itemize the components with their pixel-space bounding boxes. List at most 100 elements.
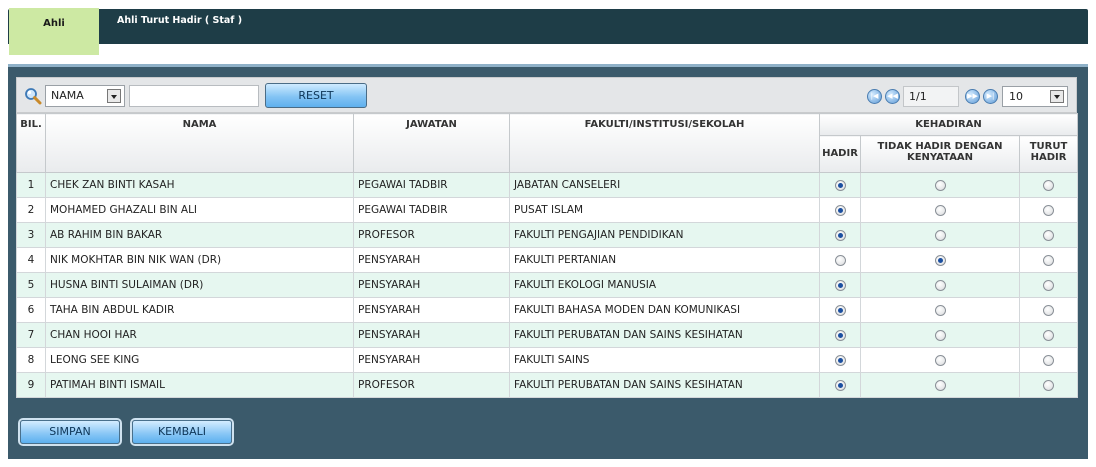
first-page-icon[interactable]: |◀	[867, 89, 882, 104]
cell-hadir	[819, 297, 861, 323]
column-header-hadir: HADIR	[819, 135, 861, 173]
radio-turut-hadir[interactable]	[1043, 379, 1055, 391]
radio-tidak-hadir[interactable]	[934, 204, 946, 216]
radio-turut-hadir[interactable]	[1043, 279, 1055, 291]
row-number: 4	[16, 247, 46, 273]
radio-turut-hadir[interactable]	[1043, 254, 1055, 266]
row-nama: TAHA BIN ABDUL KADIR	[45, 297, 354, 323]
last-page-icon[interactable]: ▶|	[983, 89, 998, 104]
radio-hadir[interactable]	[834, 204, 846, 216]
next-page-icon[interactable]: ▶▶	[965, 89, 980, 104]
radio-tidak-hadir[interactable]	[934, 354, 946, 366]
radio-hadir[interactable]	[834, 379, 846, 391]
row-number: 8	[16, 347, 46, 373]
radio-tidak-hadir[interactable]	[934, 304, 946, 316]
row-nama: CHEK ZAN BINTI KASAH	[45, 172, 354, 198]
cell-turut-hadir	[1018, 172, 1079, 198]
row-number: 5	[16, 272, 46, 298]
cell-tidak-hadir	[860, 172, 1020, 198]
cell-turut-hadir	[1018, 222, 1079, 248]
cell-hadir	[819, 372, 861, 398]
table-row: 5 HUSNA BINTI SULAIMAN (DR) PENSYARAH FAKUL…	[16, 272, 1079, 298]
row-jawatan: PEGAWAI TADBIR	[353, 197, 510, 223]
radio-hadir[interactable]	[834, 179, 846, 191]
tab-ahli-turut-hadir[interactable]: Ahli Turut Hadir ( Staf )	[117, 15, 242, 26]
previous-page-icon[interactable]: ◀◀	[885, 89, 900, 104]
page-size-value: 10	[1009, 90, 1023, 103]
radio-hadir[interactable]	[834, 354, 846, 366]
row-number: 3	[16, 222, 46, 248]
row-number: 9	[16, 372, 46, 398]
radio-tidak-hadir[interactable]	[934, 254, 946, 266]
table-row: 2 MOHAMED GHAZALI BIN ALI PEGAWAI TADBIR PU…	[16, 197, 1079, 223]
search-field-select[interactable]: NAMA	[45, 85, 125, 107]
cell-hadir	[819, 172, 861, 198]
cell-turut-hadir	[1018, 247, 1079, 273]
row-nama: MOHAMED GHAZALI BIN ALI	[45, 197, 354, 223]
column-header-fakulti: FAKULTI/INSTITUSI/SEKOLAH	[509, 113, 820, 173]
chevron-down-icon[interactable]	[107, 89, 121, 103]
row-fakulti: FAKULTI BAHASA MODEN DAN KOMUNIKASI	[509, 297, 820, 323]
radio-turut-hadir[interactable]	[1043, 204, 1055, 216]
radio-tidak-hadir[interactable]	[934, 229, 946, 241]
cell-hadir	[819, 272, 861, 298]
row-fakulti: FAKULTI EKOLOGI MANUSIA	[509, 272, 820, 298]
radio-hadir[interactable]	[834, 279, 846, 291]
radio-hadir[interactable]	[834, 304, 846, 316]
magnifier-icon	[25, 88, 42, 105]
row-nama: AB RAHIM BIN BAKAR	[45, 222, 354, 248]
row-jawatan: PENSYARAH	[353, 272, 510, 298]
row-nama: NIK MOKHTAR BIN NIK WAN (DR)	[45, 247, 354, 273]
row-nama: PATIMAH BINTI ISMAIL	[45, 372, 354, 398]
column-header-nama: NAMA	[45, 113, 354, 173]
cell-hadir	[819, 347, 861, 373]
table-row: 9 PATIMAH BINTI ISMAIL PROFESOR FAKULTI PER…	[16, 372, 1079, 398]
kembali-button[interactable]: KEMBALI	[132, 420, 232, 444]
cell-turut-hadir	[1018, 347, 1079, 373]
radio-hadir[interactable]	[834, 329, 846, 341]
radio-turut-hadir[interactable]	[1043, 179, 1055, 191]
cell-tidak-hadir	[860, 322, 1020, 348]
cell-turut-hadir	[1018, 297, 1079, 323]
radio-hadir[interactable]	[834, 229, 846, 241]
row-fakulti: FAKULTI SAINS	[509, 347, 820, 373]
row-number: 6	[16, 297, 46, 323]
radio-turut-hadir[interactable]	[1043, 304, 1055, 316]
simpan-button[interactable]: SIMPAN	[20, 420, 120, 444]
row-fakulti: FAKULTI PERUBATAN DAN SAINS KESIHATAN	[509, 322, 820, 348]
radio-tidak-hadir[interactable]	[934, 379, 946, 391]
cell-tidak-hadir	[860, 347, 1020, 373]
table-row: 7 CHAN HOOI HAR PENSYARAH FAKULTI PERUBATAN…	[16, 322, 1079, 348]
page-number-input[interactable]: 1/1	[903, 86, 959, 107]
row-fakulti: JABATAN CANSELERI	[509, 172, 820, 198]
cell-turut-hadir	[1018, 272, 1079, 298]
column-header-bil: BIL.	[16, 113, 46, 173]
row-jawatan: PROFESOR	[353, 372, 510, 398]
table-row: 4 NIK MOKHTAR BIN NIK WAN (DR) PENSYARAH FA…	[16, 247, 1079, 273]
search-input[interactable]	[129, 85, 259, 107]
attendance-table: BIL. NAMA JAWATAN FAKULTI/INSTITUSI/SEKO…	[16, 113, 1079, 398]
radio-tidak-hadir[interactable]	[934, 179, 946, 191]
row-nama: LEONG SEE KING	[45, 347, 354, 373]
radio-turut-hadir[interactable]	[1043, 329, 1055, 341]
radio-hadir[interactable]	[834, 254, 846, 266]
row-fakulti: FAKULTI PERTANIAN	[509, 247, 820, 273]
radio-turut-hadir[interactable]	[1043, 229, 1055, 241]
page-size-select[interactable]: 10	[1002, 86, 1068, 107]
cell-turut-hadir	[1018, 197, 1079, 223]
cell-hadir	[819, 247, 861, 273]
grid-toolbar: NAMA RESET |◀ ◀◀ 1/1 ▶▶ ▶| 10	[16, 77, 1077, 113]
radio-turut-hadir[interactable]	[1043, 354, 1055, 366]
row-number: 2	[16, 197, 46, 223]
reset-button[interactable]: RESET	[265, 83, 367, 108]
table-row: 3 AB RAHIM BIN BAKAR PROFESOR FAKULTI PENGA…	[16, 222, 1079, 248]
cell-tidak-hadir	[860, 272, 1020, 298]
cell-turut-hadir	[1018, 372, 1079, 398]
chevron-down-icon[interactable]	[1050, 90, 1064, 103]
row-jawatan: PENSYARAH	[353, 347, 510, 373]
tab-ahli[interactable]: Ahli	[9, 8, 99, 55]
column-header-jawatan: JAWATAN	[353, 113, 510, 173]
cell-tidak-hadir	[860, 197, 1020, 223]
radio-tidak-hadir[interactable]	[934, 329, 946, 341]
radio-tidak-hadir[interactable]	[934, 279, 946, 291]
